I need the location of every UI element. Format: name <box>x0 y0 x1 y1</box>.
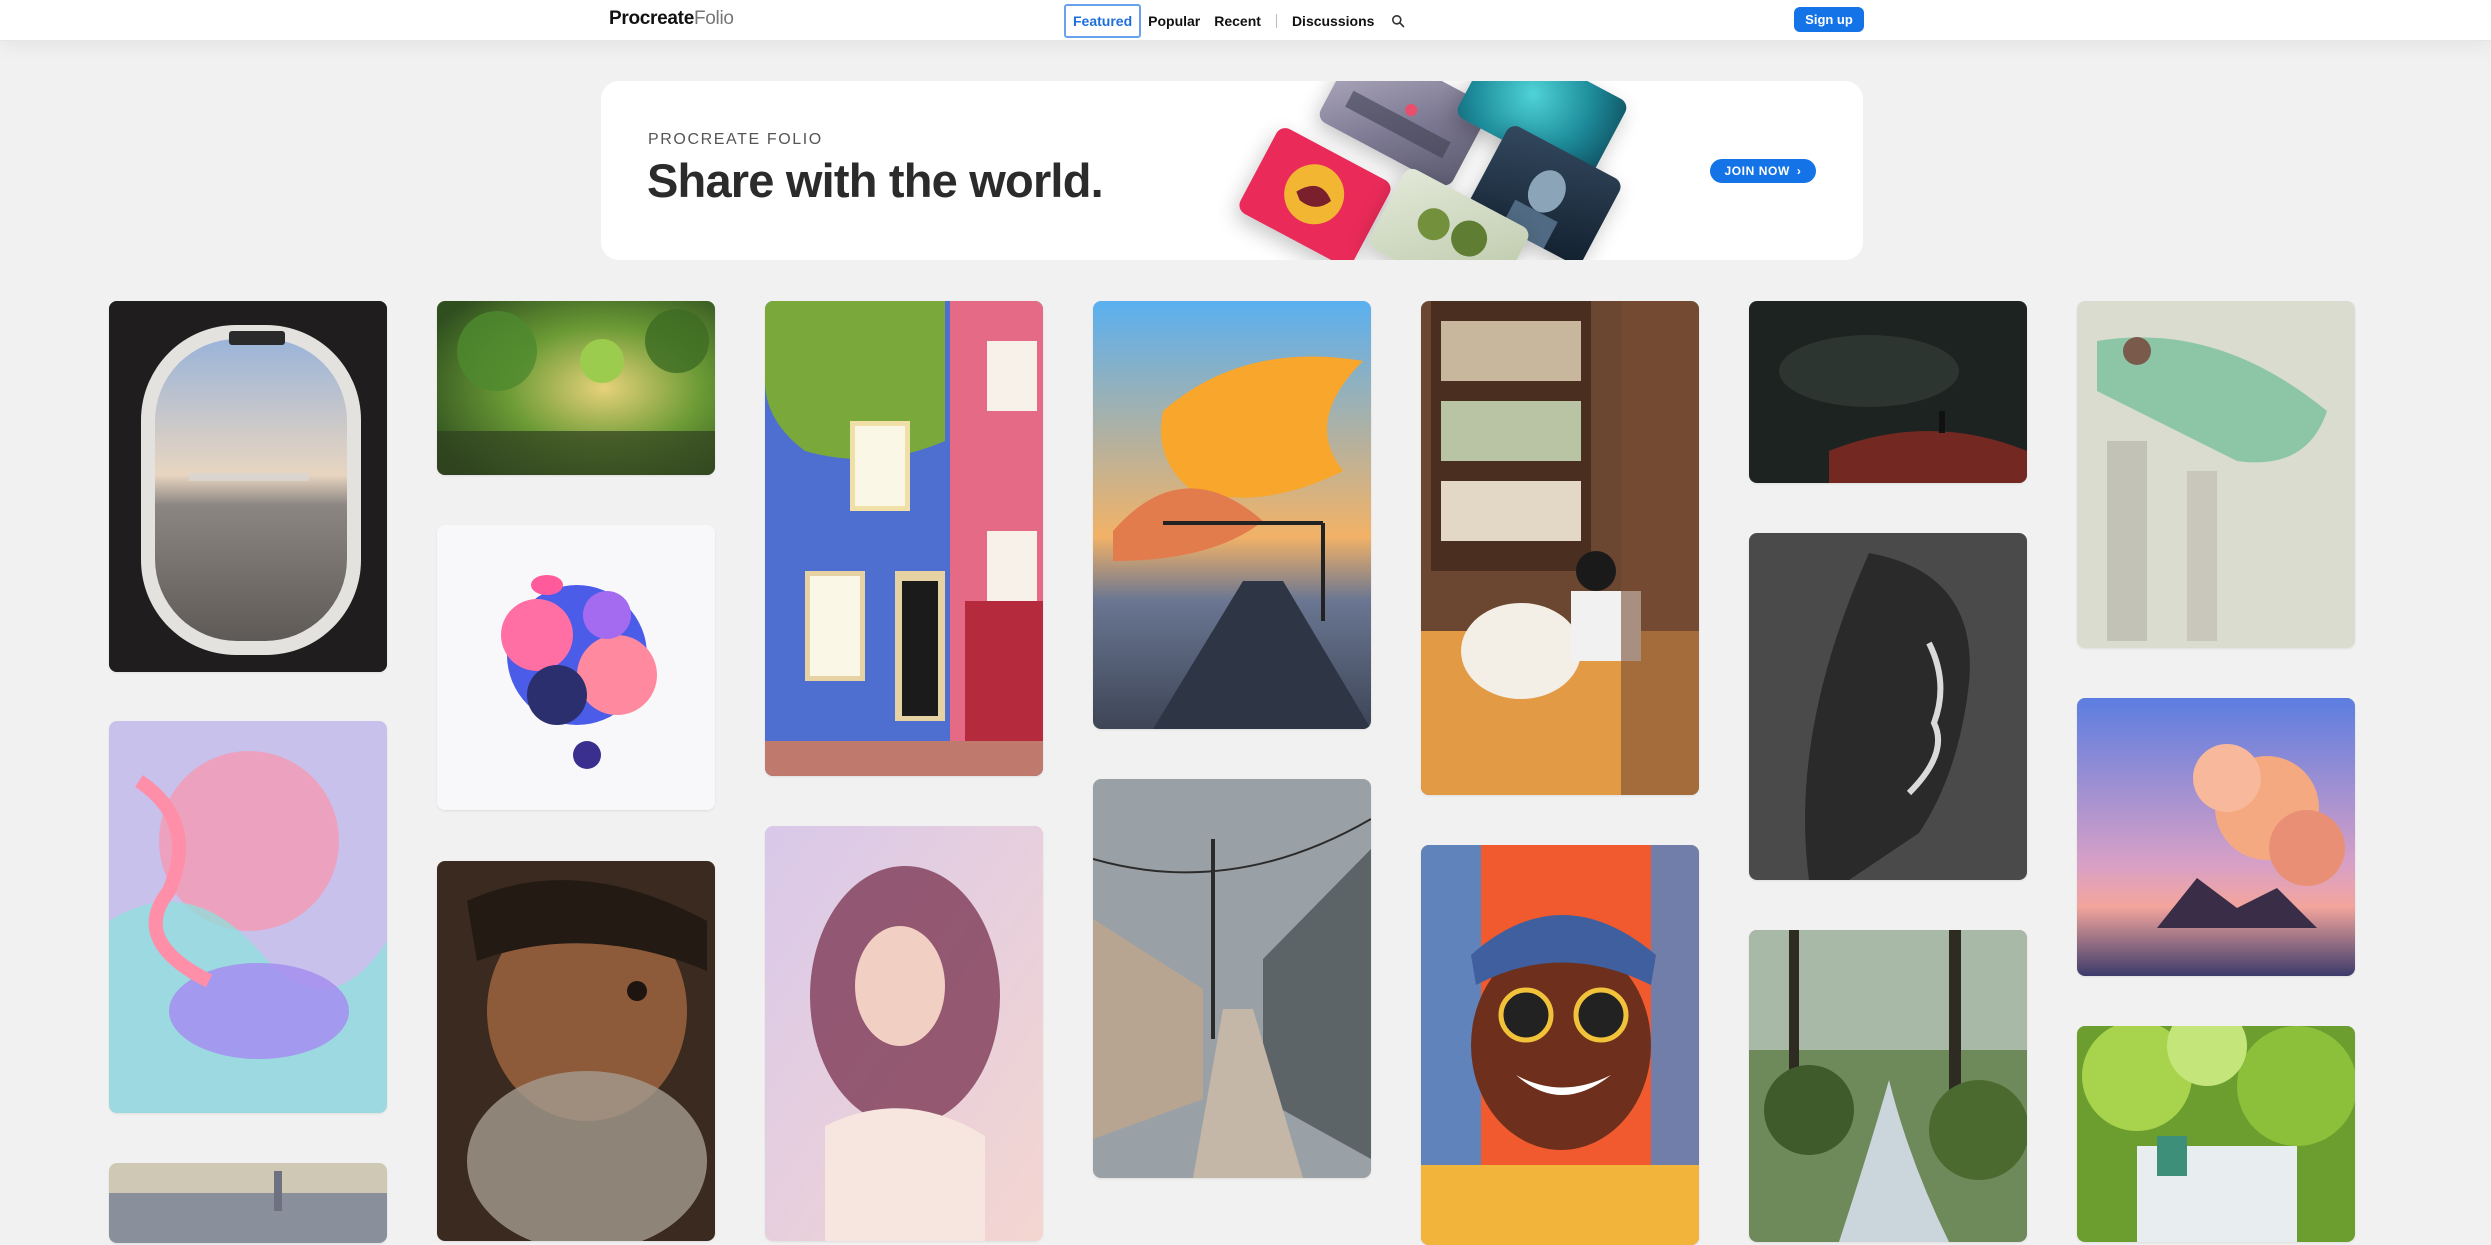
top-nav: ProcreateFolio Featured Popular Recent D… <box>0 0 2491 41</box>
artwork-woman-profile-bw[interactable] <box>1749 533 2027 880</box>
artwork-blue-house[interactable] <box>765 301 1043 776</box>
artwork-forest-stream[interactable] <box>1749 930 2027 1242</box>
artwork-image <box>437 525 715 810</box>
tab-featured[interactable]: Featured <box>1064 4 1142 38</box>
artwork-image <box>109 301 387 672</box>
artwork-alley-street[interactable] <box>1093 779 1371 1178</box>
join-now-label: JOIN NOW <box>1724 164 1790 178</box>
artwork-image <box>765 826 1043 1241</box>
artwork-girl-portrait[interactable] <box>765 826 1043 1241</box>
artwork-image <box>2077 1026 2355 1242</box>
artwork-image <box>1749 301 2027 483</box>
sign-up-button[interactable]: Sign up <box>1794 7 1864 32</box>
artwork-image <box>109 1163 387 1243</box>
join-now-button[interactable]: JOIN NOW › <box>1710 159 1816 183</box>
artwork-image <box>109 721 387 1113</box>
artwork-sunset-road[interactable] <box>1093 301 1371 729</box>
search-icon[interactable] <box>1391 14 1405 28</box>
procreate-folio-logo[interactable]: ProcreateFolio <box>609 8 734 30</box>
artwork-image <box>1421 845 1699 1245</box>
artwork-old-man-portrait[interactable] <box>437 861 715 1241</box>
banner-eyebrow: PROCREATE FOLIO <box>648 131 823 148</box>
artwork-house-foliage[interactable] <box>2077 1026 2355 1242</box>
artwork-townscape[interactable] <box>109 1163 387 1243</box>
artwork-image <box>437 861 715 1241</box>
artwork-colorful-blob[interactable] <box>437 525 715 810</box>
promo-banner: PROCREATE FOLIO Share with the world. JO… <box>601 81 1863 260</box>
artwork-image <box>2077 301 2355 648</box>
artwork-dog-bookshelf[interactable] <box>1421 301 1699 795</box>
nav-tabs: Featured Popular Recent Discussions <box>1064 4 1405 38</box>
tab-discussions[interactable]: Discussions <box>1285 4 1381 38</box>
artwork-image <box>1749 930 2027 1242</box>
banner-headline: Share with the world. <box>647 154 1104 207</box>
artwork-image <box>1093 301 1371 729</box>
artwork-clover-forest[interactable] <box>437 301 715 475</box>
artwork-airplane-window[interactable] <box>109 301 387 672</box>
artwork-image <box>437 301 715 475</box>
artwork-helicopter-night[interactable] <box>1749 301 2027 483</box>
tab-popular[interactable]: Popular <box>1141 4 1207 38</box>
artwork-image <box>1421 301 1699 795</box>
artwork-man-sunglasses[interactable] <box>1421 845 1699 1245</box>
artwork-image <box>2077 698 2355 976</box>
artwork-image <box>1093 779 1371 1178</box>
artwork-floating-figure[interactable] <box>2077 301 2355 648</box>
tab-recent[interactable]: Recent <box>1207 4 1268 38</box>
artwork-pastel-swirl[interactable] <box>109 721 387 1113</box>
artwork-sunset-clouds[interactable] <box>2077 698 2355 976</box>
tab-divider <box>1275 14 1277 28</box>
logo-word-procreate: Procreate <box>609 8 694 29</box>
chevron-right-icon: › <box>1796 164 1802 178</box>
artwork-image <box>765 301 1043 776</box>
logo-word-folio: Folio <box>693 8 734 29</box>
artwork-image <box>1749 533 2027 880</box>
